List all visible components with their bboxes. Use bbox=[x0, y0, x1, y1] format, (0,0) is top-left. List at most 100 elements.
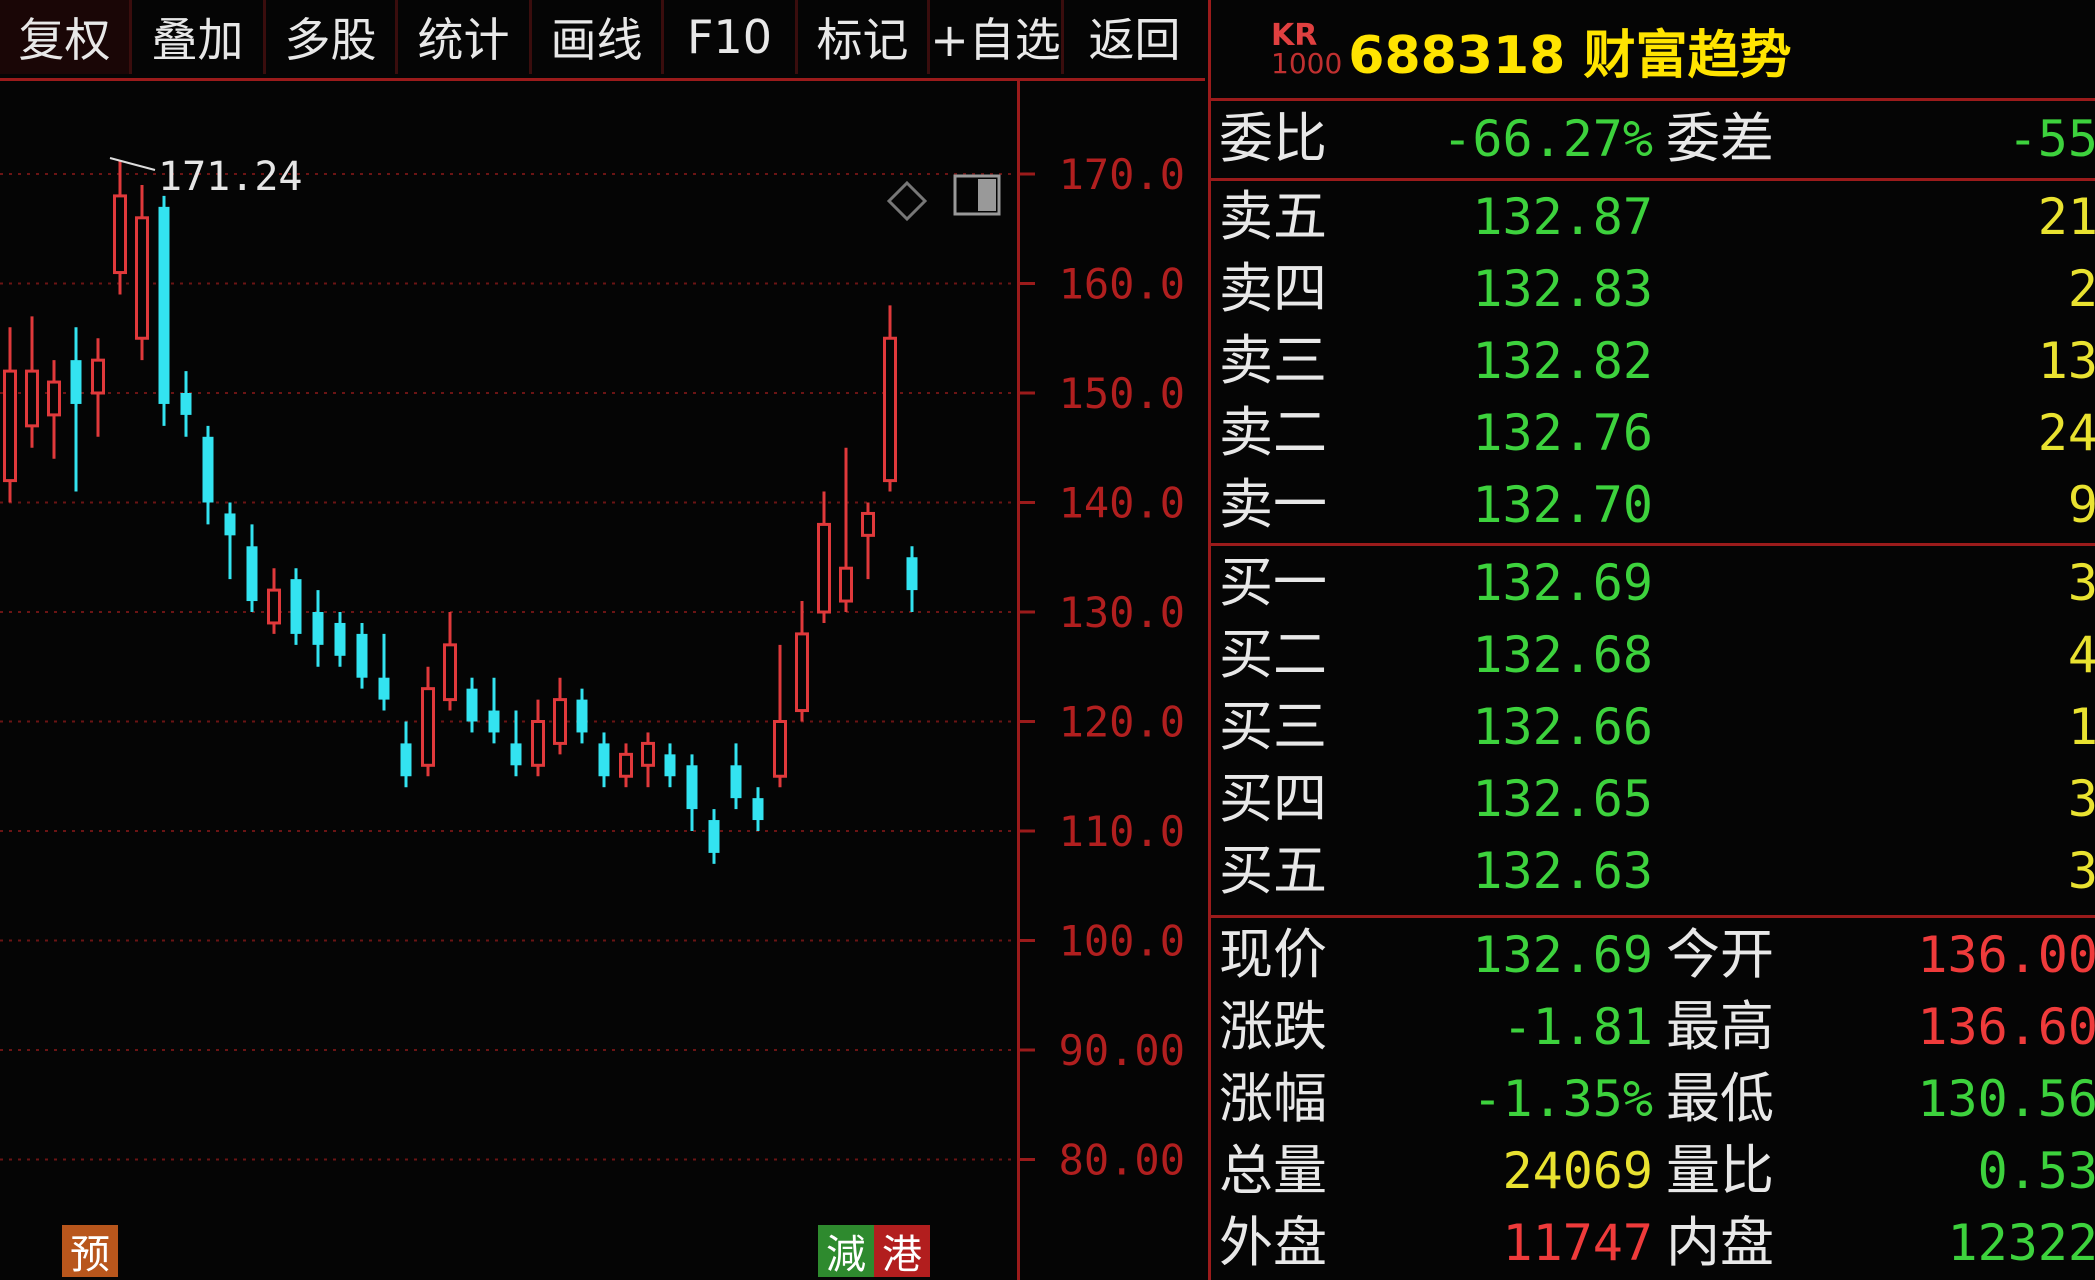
stat-value: 136.60 bbox=[1917, 998, 2095, 1056]
candle[interactable] bbox=[267, 568, 281, 634]
candle[interactable] bbox=[356, 622, 368, 689]
candle[interactable] bbox=[641, 732, 655, 788]
stat-label: 外盘 bbox=[1219, 1211, 1327, 1274]
reduce-badge[interactable]: 減 bbox=[818, 1225, 874, 1278]
stat-label: 量比 bbox=[1666, 1139, 1774, 1202]
hk-badge[interactable]: 港 bbox=[874, 1225, 930, 1278]
candle[interactable] bbox=[510, 710, 522, 777]
candle[interactable] bbox=[817, 491, 831, 623]
mark-button[interactable]: 标记 bbox=[798, 0, 930, 74]
candle[interactable] bbox=[861, 502, 875, 580]
candle[interactable] bbox=[25, 316, 39, 448]
add-watchlist-button[interactable]: +自选 bbox=[930, 0, 1064, 74]
candle[interactable] bbox=[553, 677, 567, 755]
stat-label: 内盘 bbox=[1666, 1211, 1774, 1274]
candle[interactable] bbox=[773, 644, 787, 788]
candle[interactable] bbox=[334, 612, 346, 667]
candle[interactable] bbox=[752, 787, 764, 831]
back-button[interactable]: 返回 bbox=[1064, 0, 1205, 74]
candle-body bbox=[135, 216, 149, 340]
candle[interactable] bbox=[378, 633, 390, 711]
ask-price: 132.82 bbox=[1472, 332, 1653, 390]
ask-row[interactable]: 卖一 132.70 9 bbox=[1211, 470, 2095, 540]
candle[interactable] bbox=[3, 327, 17, 503]
candle[interactable] bbox=[47, 360, 61, 459]
y-tick-label: 80.00 bbox=[1059, 1136, 1185, 1185]
draw-line-button[interactable]: 画线 bbox=[532, 0, 664, 74]
fuquan-button[interactable]: 复权 bbox=[0, 0, 132, 74]
y-axis-line bbox=[1017, 80, 1020, 1280]
candle-body bbox=[795, 632, 809, 713]
statistics-button[interactable]: 统计 bbox=[398, 0, 532, 74]
stat-value: -1.81 bbox=[1502, 998, 1653, 1056]
candle[interactable] bbox=[619, 743, 633, 788]
candle[interactable] bbox=[421, 666, 435, 777]
candle[interactable] bbox=[135, 184, 149, 361]
bid-row[interactable]: 买五 132.63 3 bbox=[1211, 836, 2095, 906]
candle[interactable] bbox=[730, 743, 742, 810]
stat-value: 136.00 bbox=[1917, 926, 2095, 984]
candle[interactable] bbox=[883, 305, 897, 492]
candle-body bbox=[619, 752, 633, 778]
candle-body bbox=[224, 513, 236, 536]
multi-stock-button[interactable]: 多股 bbox=[266, 0, 398, 74]
panel-toggle-icon[interactable] bbox=[953, 174, 1001, 216]
stat-row: 涨跌 -1.81 最高 136.60 bbox=[1211, 992, 2095, 1062]
candle[interactable] bbox=[466, 677, 478, 733]
quote-panel: KR 1000 688318 财富趋势 委比 -66.27% 委差 -55 卖五… bbox=[1208, 0, 2095, 1280]
candle[interactable] bbox=[70, 327, 82, 492]
stat-row: 涨幅 -1.35% 最低 130.56 bbox=[1211, 1064, 2095, 1134]
candle-body bbox=[334, 622, 346, 656]
candle[interactable] bbox=[290, 568, 302, 645]
candle-body bbox=[290, 579, 302, 634]
stat-value: 11747 bbox=[1502, 1214, 1653, 1272]
overlay-button[interactable]: 叠加 bbox=[132, 0, 266, 74]
bid-price: 132.68 bbox=[1472, 626, 1653, 684]
bid-row[interactable]: 买三 132.66 1 bbox=[1211, 692, 2095, 762]
ask-row[interactable]: 卖四 132.83 2 bbox=[1211, 254, 2095, 324]
candle[interactable] bbox=[113, 160, 127, 295]
ask-volume: 21 bbox=[2037, 188, 2095, 246]
candle-body bbox=[378, 677, 390, 700]
stat-label: 最高 bbox=[1666, 995, 1774, 1058]
candle[interactable] bbox=[839, 447, 853, 612]
candle[interactable] bbox=[91, 338, 105, 437]
diamond-icon[interactable] bbox=[886, 180, 928, 222]
candle[interactable] bbox=[246, 524, 258, 612]
candle[interactable] bbox=[576, 688, 588, 744]
ask-volume: 24 bbox=[2037, 404, 2095, 462]
candle[interactable] bbox=[664, 743, 676, 788]
candle[interactable] bbox=[531, 699, 545, 777]
candle[interactable] bbox=[443, 612, 457, 711]
candle-body bbox=[267, 588, 281, 625]
candle[interactable] bbox=[400, 721, 412, 788]
f10-button[interactable]: F10 bbox=[664, 0, 798, 74]
forecast-badge[interactable]: 预 bbox=[62, 1225, 118, 1278]
bid-row[interactable]: 买四 132.65 3 bbox=[1211, 764, 2095, 834]
stat-label: 最低 bbox=[1666, 1067, 1774, 1130]
ask-row[interactable]: 卖二 132.76 24 bbox=[1211, 398, 2095, 468]
candle-body bbox=[883, 336, 897, 483]
candle[interactable] bbox=[488, 677, 500, 744]
bid-row[interactable]: 买二 132.68 4 bbox=[1211, 620, 2095, 690]
y-tick-label: 150.0 bbox=[1059, 369, 1185, 418]
stat-row: 现价 132.69 今开 136.00 bbox=[1211, 920, 2095, 990]
candle[interactable] bbox=[224, 502, 236, 580]
bid-row[interactable]: 买一 132.69 3 bbox=[1211, 548, 2095, 618]
candle[interactable] bbox=[180, 371, 192, 437]
candle[interactable] bbox=[202, 425, 214, 525]
candle[interactable] bbox=[686, 754, 698, 831]
candle[interactable] bbox=[598, 732, 610, 788]
candle[interactable] bbox=[906, 546, 918, 612]
candle[interactable] bbox=[158, 195, 170, 426]
kline-chart[interactable]: 170.0 160.0 150.0 140.0 130.0 120.0 110.0 100.0… bbox=[0, 80, 1205, 1280]
candle[interactable] bbox=[795, 601, 809, 722]
candle-body bbox=[246, 546, 258, 602]
stat-label: 总量 bbox=[1219, 1139, 1327, 1202]
divider bbox=[1211, 915, 2095, 918]
bid-volume: 3 bbox=[2067, 842, 2095, 900]
ask-row[interactable]: 卖三 132.82 13 bbox=[1211, 326, 2095, 396]
candle[interactable] bbox=[312, 590, 324, 667]
candle[interactable] bbox=[708, 809, 720, 864]
ask-row[interactable]: 卖五 132.87 21 bbox=[1211, 182, 2095, 252]
